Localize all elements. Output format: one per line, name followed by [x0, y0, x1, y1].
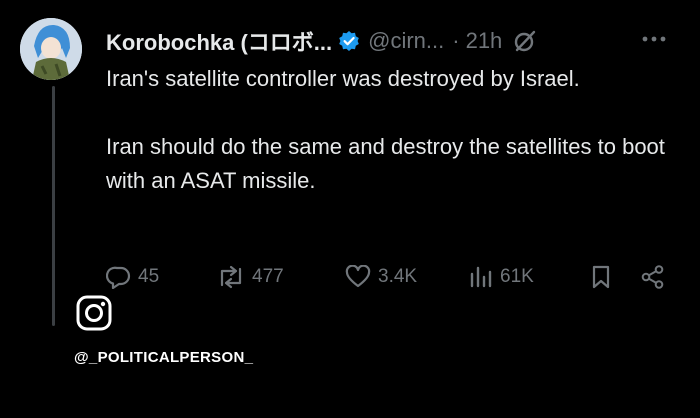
repost-button[interactable]: 477 [216, 265, 284, 289]
reply-icon [106, 266, 131, 289]
timestamp[interactable]: 21h [466, 28, 503, 54]
tweet-actions: 45 477 3.4K 61K [106, 260, 676, 294]
instagram-icon [75, 294, 113, 337]
verified-badge-icon [338, 30, 360, 52]
like-count: 3.4K [378, 266, 418, 287]
grok-icon[interactable] [512, 28, 538, 54]
tweet-card: Korobochka (コロボ... @cirn... · 21h Iran's… [0, 0, 700, 418]
share-button[interactable] [640, 264, 672, 290]
reply-count: 45 [138, 266, 160, 287]
repost-icon [220, 265, 242, 289]
share-icon [641, 265, 664, 289]
reply-button[interactable]: 45 [106, 265, 159, 289]
tweet-header: Korobochka (コロボ... @cirn... · 21h [106, 26, 538, 56]
views-icon [470, 266, 492, 288]
tweet-paragraph-2: Iran should do the same and destroy the … [106, 134, 665, 193]
views-count: 61K [500, 266, 534, 287]
like-icon [345, 265, 371, 288]
watermark-credit: @_POLITICALPERSON_ [74, 349, 254, 366]
bookmark-icon [592, 265, 610, 289]
tweet-paragraph-1: Iran's satellite controller was destroye… [106, 66, 580, 91]
more-options-icon[interactable] [640, 26, 668, 57]
tweet-text: Iran's satellite controller was destroye… [106, 62, 666, 198]
avatar[interactable] [20, 18, 82, 80]
thread-line [52, 86, 55, 326]
views-button[interactable]: 61K [468, 265, 534, 289]
repost-count: 477 [252, 266, 284, 287]
separator-dot: · [452, 28, 460, 53]
bookmark-button[interactable] [590, 264, 618, 290]
like-button[interactable]: 3.4K [344, 265, 417, 289]
author-name[interactable]: Korobochka (コロボ... [106, 25, 332, 57]
author-handle[interactable]: @cirn... [368, 28, 444, 54]
